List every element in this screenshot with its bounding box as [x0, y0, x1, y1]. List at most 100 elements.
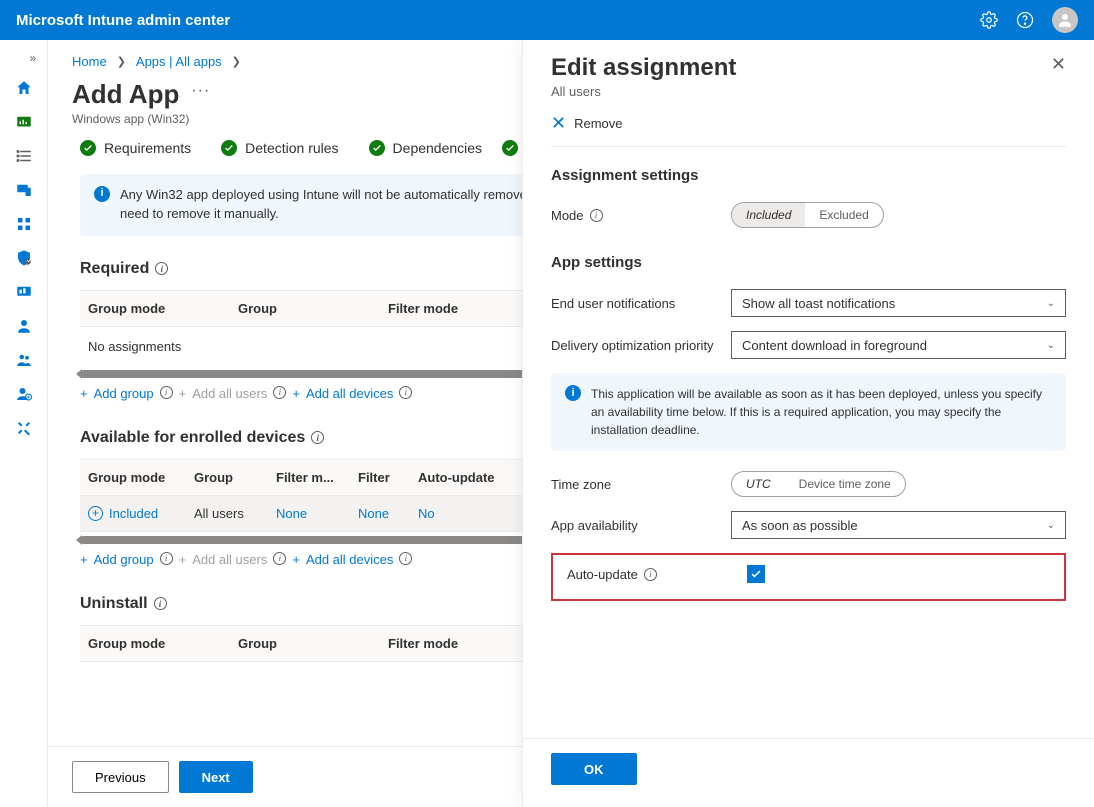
- info-icon[interactable]: i: [590, 209, 603, 222]
- info-icon[interactable]: i: [160, 552, 173, 565]
- chevron-right-icon: ❯: [117, 55, 126, 68]
- add-all-devices-link[interactable]: Add all devices: [306, 386, 393, 401]
- tab-requirements[interactable]: Requirements: [80, 140, 191, 156]
- mode-toggle[interactable]: Included Excluded: [731, 202, 884, 228]
- section-title-text: Required: [80, 260, 149, 278]
- tab-more[interactable]: [502, 140, 518, 156]
- edit-assignment-panel: Edit assignment All users ✕ ✕ Remove Ass…: [522, 40, 1094, 807]
- plus-circle-icon: +: [88, 506, 103, 521]
- remove-label: Remove: [574, 116, 622, 131]
- column-header: Group mode: [88, 470, 194, 485]
- end-user-notifications-select[interactable]: Show all toast notifications ⌄: [731, 289, 1066, 317]
- previous-button[interactable]: Previous: [72, 761, 169, 793]
- add-all-devices-link[interactable]: Add all devices: [306, 552, 393, 567]
- plus-icon: +: [80, 552, 88, 567]
- ok-button[interactable]: OK: [551, 753, 637, 785]
- delivery-optimization-select[interactable]: Content download in foreground ⌄: [731, 331, 1066, 359]
- auto-update-checkbox[interactable]: [747, 565, 765, 583]
- time-zone-toggle[interactable]: UTC Device time zone: [731, 471, 906, 497]
- auto-update-highlight: Auto-update i: [551, 553, 1066, 601]
- availability-info-text: This application will be available as so…: [591, 385, 1052, 439]
- add-all-users-link: Add all users: [192, 386, 267, 401]
- chevron-down-icon: ⌄: [1047, 520, 1055, 531]
- collapse-nav-icon[interactable]: »: [19, 46, 47, 70]
- chevron-down-icon: ⌄: [1047, 298, 1055, 309]
- check-icon: [221, 140, 237, 156]
- nav-tenant-icon[interactable]: [4, 378, 44, 410]
- nav-users-icon[interactable]: [4, 310, 44, 342]
- select-value: Show all toast notifications: [742, 296, 895, 311]
- info-icon[interactable]: i: [273, 552, 286, 565]
- app-availability-select[interactable]: As soon as possible ⌄: [731, 511, 1066, 539]
- nav-apps-icon[interactable]: [4, 208, 44, 240]
- page-title: Add App: [72, 79, 179, 110]
- topbar: Microsoft Intune admin center: [0, 0, 1094, 40]
- mode-excluded-option[interactable]: Excluded: [805, 203, 882, 227]
- mode-included-option[interactable]: Included: [732, 203, 805, 227]
- check-icon: [80, 140, 96, 156]
- nav-home-icon[interactable]: [4, 72, 44, 104]
- info-icon[interactable]: i: [154, 597, 167, 610]
- check-icon: [502, 140, 518, 156]
- nav-list-icon[interactable]: [4, 140, 44, 172]
- tz-utc-option[interactable]: UTC: [732, 472, 785, 496]
- help-icon[interactable]: [1016, 11, 1034, 29]
- breadcrumb-apps[interactable]: Apps | All apps: [136, 54, 222, 69]
- tab-dependencies[interactable]: Dependencies: [369, 140, 483, 156]
- nav-groups-icon[interactable]: [4, 344, 44, 376]
- panel-title: Edit assignment: [551, 54, 736, 82]
- chevron-right-icon: ❯: [232, 55, 241, 68]
- avatar[interactable]: [1052, 7, 1078, 33]
- cell-group: All users: [194, 506, 276, 521]
- breadcrumb-home[interactable]: Home: [72, 54, 107, 69]
- info-icon[interactable]: i: [399, 386, 412, 399]
- nav-reports-icon[interactable]: [4, 276, 44, 308]
- remove-action[interactable]: ✕ Remove: [523, 105, 1094, 146]
- availability-info-box: i This application will be available as …: [551, 373, 1066, 451]
- nav-devices-icon[interactable]: [4, 174, 44, 206]
- column-header: Filter: [358, 470, 418, 485]
- x-icon: ✕: [551, 113, 566, 134]
- cell-filter-mode[interactable]: None: [276, 506, 358, 521]
- tab-label: Requirements: [104, 140, 191, 156]
- tab-detection-rules[interactable]: Detection rules: [221, 140, 338, 156]
- tab-label: Detection rules: [245, 140, 338, 156]
- close-icon[interactable]: ✕: [1051, 54, 1066, 75]
- main-content: Home ❯ Apps | All apps ❯ Add App ··· Win…: [48, 40, 1094, 807]
- nav-dashboard-icon[interactable]: [4, 106, 44, 138]
- add-group-link[interactable]: Add group: [94, 552, 154, 567]
- info-icon[interactable]: i: [311, 431, 324, 444]
- info-icon: i: [565, 385, 581, 401]
- info-icon[interactable]: i: [160, 386, 173, 399]
- column-header: Filter mode: [388, 301, 508, 316]
- check-icon: [369, 140, 385, 156]
- info-icon[interactable]: i: [155, 262, 168, 275]
- cell-filter[interactable]: None: [358, 506, 418, 521]
- cell-mode: Included: [109, 506, 158, 521]
- column-header: Group mode: [88, 636, 238, 651]
- column-header: Filter m...: [276, 470, 358, 485]
- plus-icon: +: [80, 386, 88, 401]
- end-user-notifications-label: End user notifications: [551, 296, 675, 311]
- settings-icon[interactable]: [980, 11, 998, 29]
- select-value: As soon as possible: [742, 518, 858, 533]
- add-all-users-link: Add all users: [192, 552, 267, 567]
- chevron-down-icon: ⌄: [1047, 340, 1055, 351]
- info-icon[interactable]: i: [644, 568, 657, 581]
- info-icon[interactable]: i: [273, 386, 286, 399]
- auto-update-label: Auto-update: [567, 567, 638, 582]
- mode-label: Mode: [551, 208, 584, 223]
- section-title-text: Uninstall: [80, 595, 148, 613]
- cell-auto-update[interactable]: No: [418, 506, 518, 521]
- nav-security-icon[interactable]: [4, 242, 44, 274]
- info-icon[interactable]: i: [399, 552, 412, 565]
- product-title: Microsoft Intune admin center: [16, 12, 230, 29]
- panel-subtitle: All users: [551, 84, 736, 99]
- more-icon[interactable]: ···: [191, 82, 210, 100]
- column-header: Group: [238, 301, 388, 316]
- add-group-link[interactable]: Add group: [94, 386, 154, 401]
- tz-device-option[interactable]: Device time zone: [785, 472, 905, 496]
- column-header: Group mode: [88, 301, 238, 316]
- next-button[interactable]: Next: [179, 761, 253, 793]
- nav-troubleshoot-icon[interactable]: [4, 412, 44, 444]
